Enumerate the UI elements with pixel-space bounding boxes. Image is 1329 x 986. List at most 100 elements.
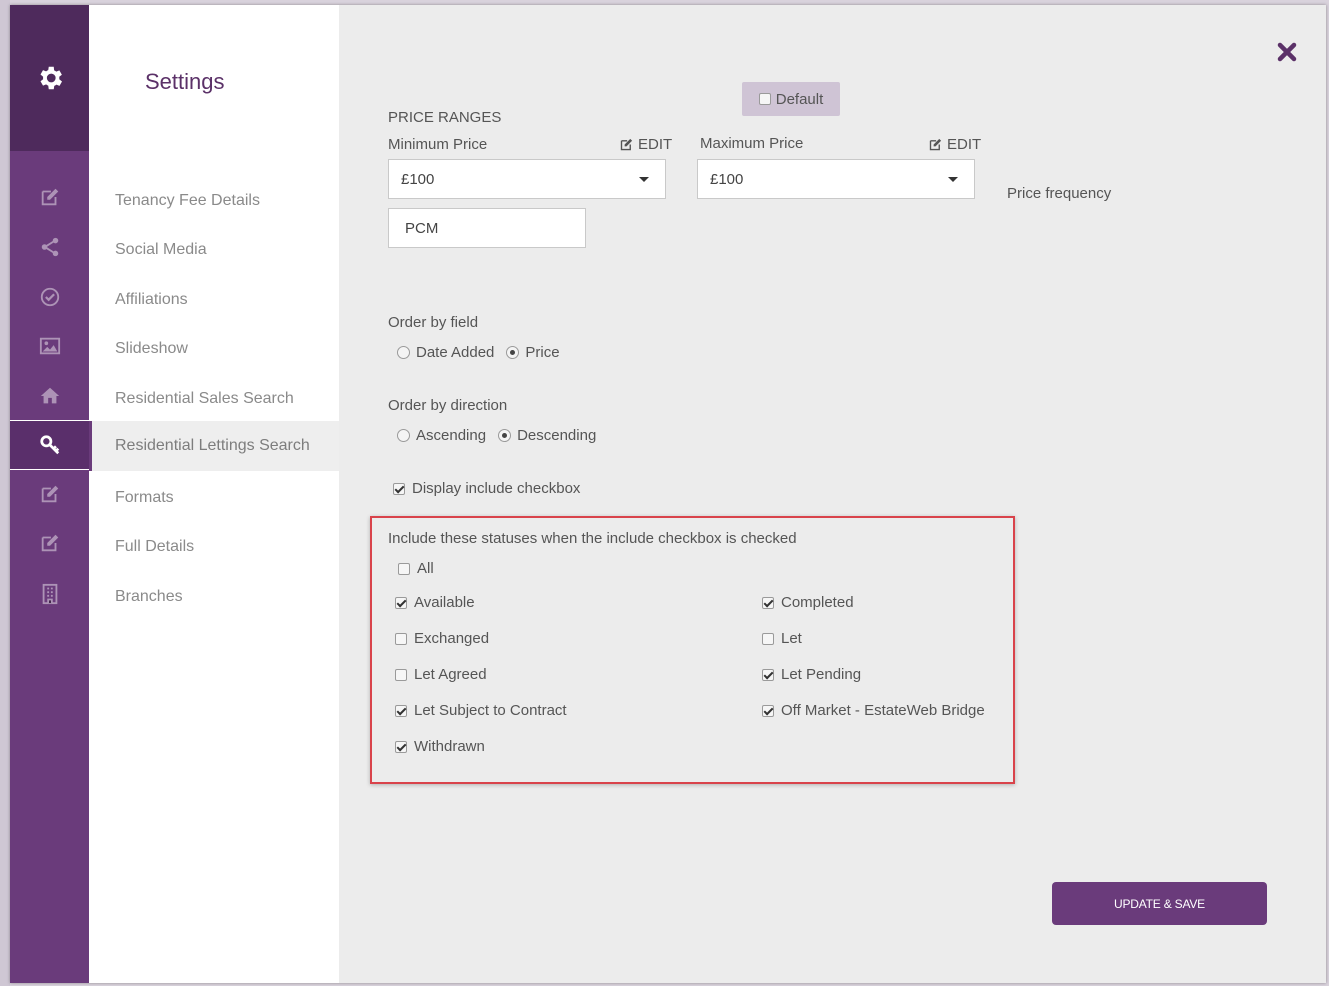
rail-header (10, 5, 89, 151)
radio-descending-label: Descending (517, 427, 597, 444)
min-price-edit-label: EDIT (638, 136, 673, 153)
radio-price-label: Price (525, 344, 560, 361)
icon-rail (10, 5, 89, 983)
status-checkbox[interactable] (762, 668, 774, 681)
key-icon (39, 435, 59, 455)
status-let-agreed[interactable]: Let Agreed (395, 666, 487, 683)
nav-item-social-media[interactable]: Social Media (89, 225, 339, 275)
status-all-checkbox[interactable] (398, 562, 410, 575)
status-let-pending[interactable]: Let Pending (762, 666, 861, 683)
max-price-label: Maximum Price (700, 135, 804, 152)
max-price-select[interactable]: £100 (697, 159, 975, 199)
home-icon (40, 387, 59, 404)
rail-share-button[interactable] (10, 225, 89, 269)
display-include-row[interactable]: Display include checkbox (393, 480, 580, 497)
chevron-down-icon (948, 177, 958, 182)
edit-icon (929, 138, 942, 151)
order-field-label: Order by field (388, 314, 479, 331)
main-content: Default PRICE RANGES Minimum Price EDIT … (339, 5, 1326, 983)
nav-item-residential-sales-search[interactable]: Residential Sales Search (89, 374, 339, 424)
display-include-label: Display include checkbox (412, 480, 581, 497)
default-checkbox[interactable] (758, 93, 771, 105)
radio-descending[interactable] (498, 429, 512, 442)
rail-key-button[interactable] (10, 420, 89, 470)
rail-image-button[interactable] (10, 324, 89, 368)
status-label: Let (781, 630, 802, 647)
status-checkbox[interactable] (395, 632, 407, 645)
nav-item-full-details[interactable]: Full Details (89, 522, 339, 572)
price-ranges-heading: PRICE RANGES (388, 109, 502, 126)
default-toggle[interactable]: Default (742, 82, 840, 116)
edit-icon (41, 188, 58, 206)
settings-modal: Settings Tenancy Fee Details Social Medi… (10, 5, 1326, 983)
status-withdrawn[interactable]: Withdrawn (395, 738, 485, 755)
edit-icon (620, 138, 633, 151)
rail-edit-button-3[interactable] (10, 521, 89, 565)
rail-building-button[interactable] (10, 572, 89, 616)
status-checkbox[interactable] (395, 740, 407, 753)
radio-ascending-label: Ascending (416, 427, 487, 444)
display-include-checkbox[interactable] (393, 482, 405, 495)
status-checkbox[interactable] (395, 668, 407, 681)
rail-check-button[interactable] (10, 275, 89, 319)
statuses-heading: Include these statuses when the include … (388, 530, 797, 547)
close-icon[interactable] (1275, 40, 1299, 64)
edit-icon (41, 485, 58, 503)
status-all-label: All (417, 560, 434, 577)
gear-icon (40, 66, 62, 90)
radio-date-added[interactable] (397, 346, 410, 359)
price-frequency-value: PCM (405, 219, 439, 237)
nav-item-formats[interactable]: Formats (89, 473, 339, 523)
nav-item-tenancy-fee-details[interactable]: Tenancy Fee Details (89, 176, 339, 226)
edit-icon (41, 534, 58, 552)
order-direction-label: Order by direction (388, 397, 508, 414)
rail-edit-button-2[interactable] (10, 472, 89, 516)
nav-item-branches[interactable]: Branches (89, 572, 339, 622)
share-icon (41, 237, 58, 257)
radio-date-added-label: Date Added (416, 344, 495, 361)
status-label: Completed (781, 594, 854, 611)
order-field-group: Date Added Price (397, 344, 560, 361)
default-label: Default (775, 90, 824, 108)
status-label: Let Pending (781, 666, 862, 683)
status-label: Let Agreed (414, 666, 487, 683)
settings-nav: Settings Tenancy Fee Details Social Medi… (89, 5, 339, 983)
status-label: Exchanged (414, 630, 490, 647)
min-price-edit-link[interactable]: EDIT (619, 136, 672, 153)
nav-item-residential-lettings-search[interactable]: Residential Lettings Search (89, 421, 339, 471)
status-label: Available (414, 594, 475, 611)
status-let[interactable]: Let (762, 630, 802, 647)
rail-home-button[interactable] (10, 374, 89, 418)
price-frequency-field[interactable]: PCM (388, 208, 586, 248)
min-price-value: £100 (401, 170, 435, 188)
max-price-edit-link[interactable]: EDIT (928, 136, 981, 153)
nav-item-slideshow[interactable]: Slideshow (89, 324, 339, 374)
order-direction-group: Ascending Descending (397, 427, 596, 444)
nav-item-affiliations[interactable]: Affiliations (89, 275, 339, 325)
background-page (0, 0, 10, 986)
max-price-value: £100 (710, 170, 744, 188)
status-all[interactable]: All (398, 560, 434, 577)
update-save-button[interactable]: UPDATE & SAVE (1052, 882, 1267, 925)
status-label: Off Market - EstateWeb Bridge (781, 702, 985, 719)
nav-title: Settings (145, 69, 225, 94)
status-off-market[interactable]: Off Market - EstateWeb Bridge (762, 702, 985, 719)
status-let-subject-to-contract[interactable]: Let Subject to Contract (395, 702, 567, 719)
status-checkbox[interactable] (762, 632, 774, 645)
status-exchanged[interactable]: Exchanged (395, 630, 489, 647)
chevron-down-icon (639, 177, 649, 182)
radio-ascending[interactable] (397, 429, 410, 442)
building-icon (42, 583, 57, 605)
status-checkbox[interactable] (762, 596, 774, 609)
check-circle-icon (40, 287, 59, 307)
status-checkbox[interactable] (762, 704, 774, 717)
min-price-label: Minimum Price (388, 136, 488, 153)
rail-edit-button[interactable] (10, 175, 89, 219)
status-completed[interactable]: Completed (762, 594, 854, 611)
max-price-edit-label: EDIT (947, 136, 982, 153)
status-checkbox[interactable] (395, 704, 407, 717)
min-price-select[interactable]: £100 (388, 159, 666, 199)
radio-price[interactable] (506, 346, 520, 359)
status-available[interactable]: Available (395, 594, 475, 611)
status-checkbox[interactable] (395, 596, 407, 609)
